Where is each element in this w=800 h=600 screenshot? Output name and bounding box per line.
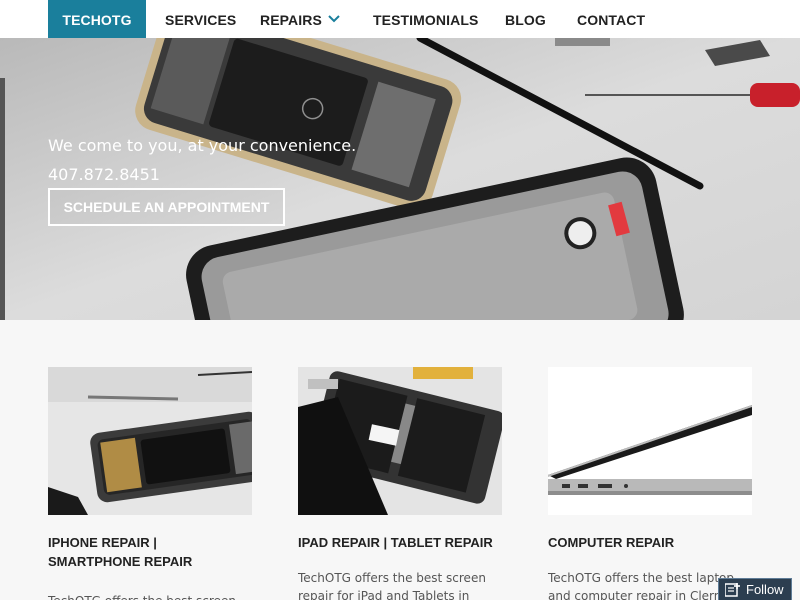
service-title-iphone-line1: IPHONE REPAIR | [48,535,157,550]
schedule-appointment-button[interactable]: SCHEDULE AN APPOINTMENT [48,188,285,226]
iphone-repair-image[interactable] [48,367,252,515]
nav-item-blog[interactable]: BLOG [505,0,546,38]
hero-banner: We come to you, at your convenience. 407… [0,38,800,320]
service-description-iphone: TechOTG offers the best screen repair [48,592,248,600]
nav-item-contact[interactable]: CONTACT [577,0,645,38]
computer-repair-image[interactable] [548,367,752,515]
service-card-ipad: IPAD REPAIR | TABLET REPAIR TechOTG offe… [298,367,502,600]
service-title-computer[interactable]: COMPUTER REPAIR [548,533,748,552]
ipad-repair-image[interactable] [298,367,502,515]
service-title-iphone-line2: SMARTPHONE REPAIR [48,554,193,569]
nav-item-repairs[interactable]: REPAIRS [260,0,322,38]
service-card-computer: COMPUTER REPAIR TechOTG offers the best … [548,367,752,600]
follow-plus-icon [725,583,740,597]
follow-label: Follow [746,582,784,597]
service-title-ipad[interactable]: IPAD REPAIR | TABLET REPAIR [298,533,498,552]
hero-tagline: We come to you, at your convenience. [48,136,357,155]
nav-brand-techotg[interactable]: TECHOTG [48,0,146,38]
hero-phone-number[interactable]: 407.872.8451 [48,165,160,184]
chevron-down-icon[interactable] [327,12,341,26]
nav-item-services[interactable]: SERVICES [165,0,236,38]
service-card-iphone: IPHONE REPAIR | SMARTPHONE REPAIR TechOT… [48,367,252,600]
service-title-iphone[interactable]: IPHONE REPAIR | SMARTPHONE REPAIR [48,533,248,571]
main-navigation: TECHOTG SERVICES REPAIRS TESTIMONIALS BL… [0,0,800,38]
nav-item-testimonials[interactable]: TESTIMONIALS [373,0,478,38]
follow-button[interactable]: Follow [718,578,792,600]
service-description-ipad: TechOTG offers the best screen repair fo… [298,571,486,600]
services-section: IPHONE REPAIR | SMARTPHONE REPAIR TechOT… [0,320,800,600]
